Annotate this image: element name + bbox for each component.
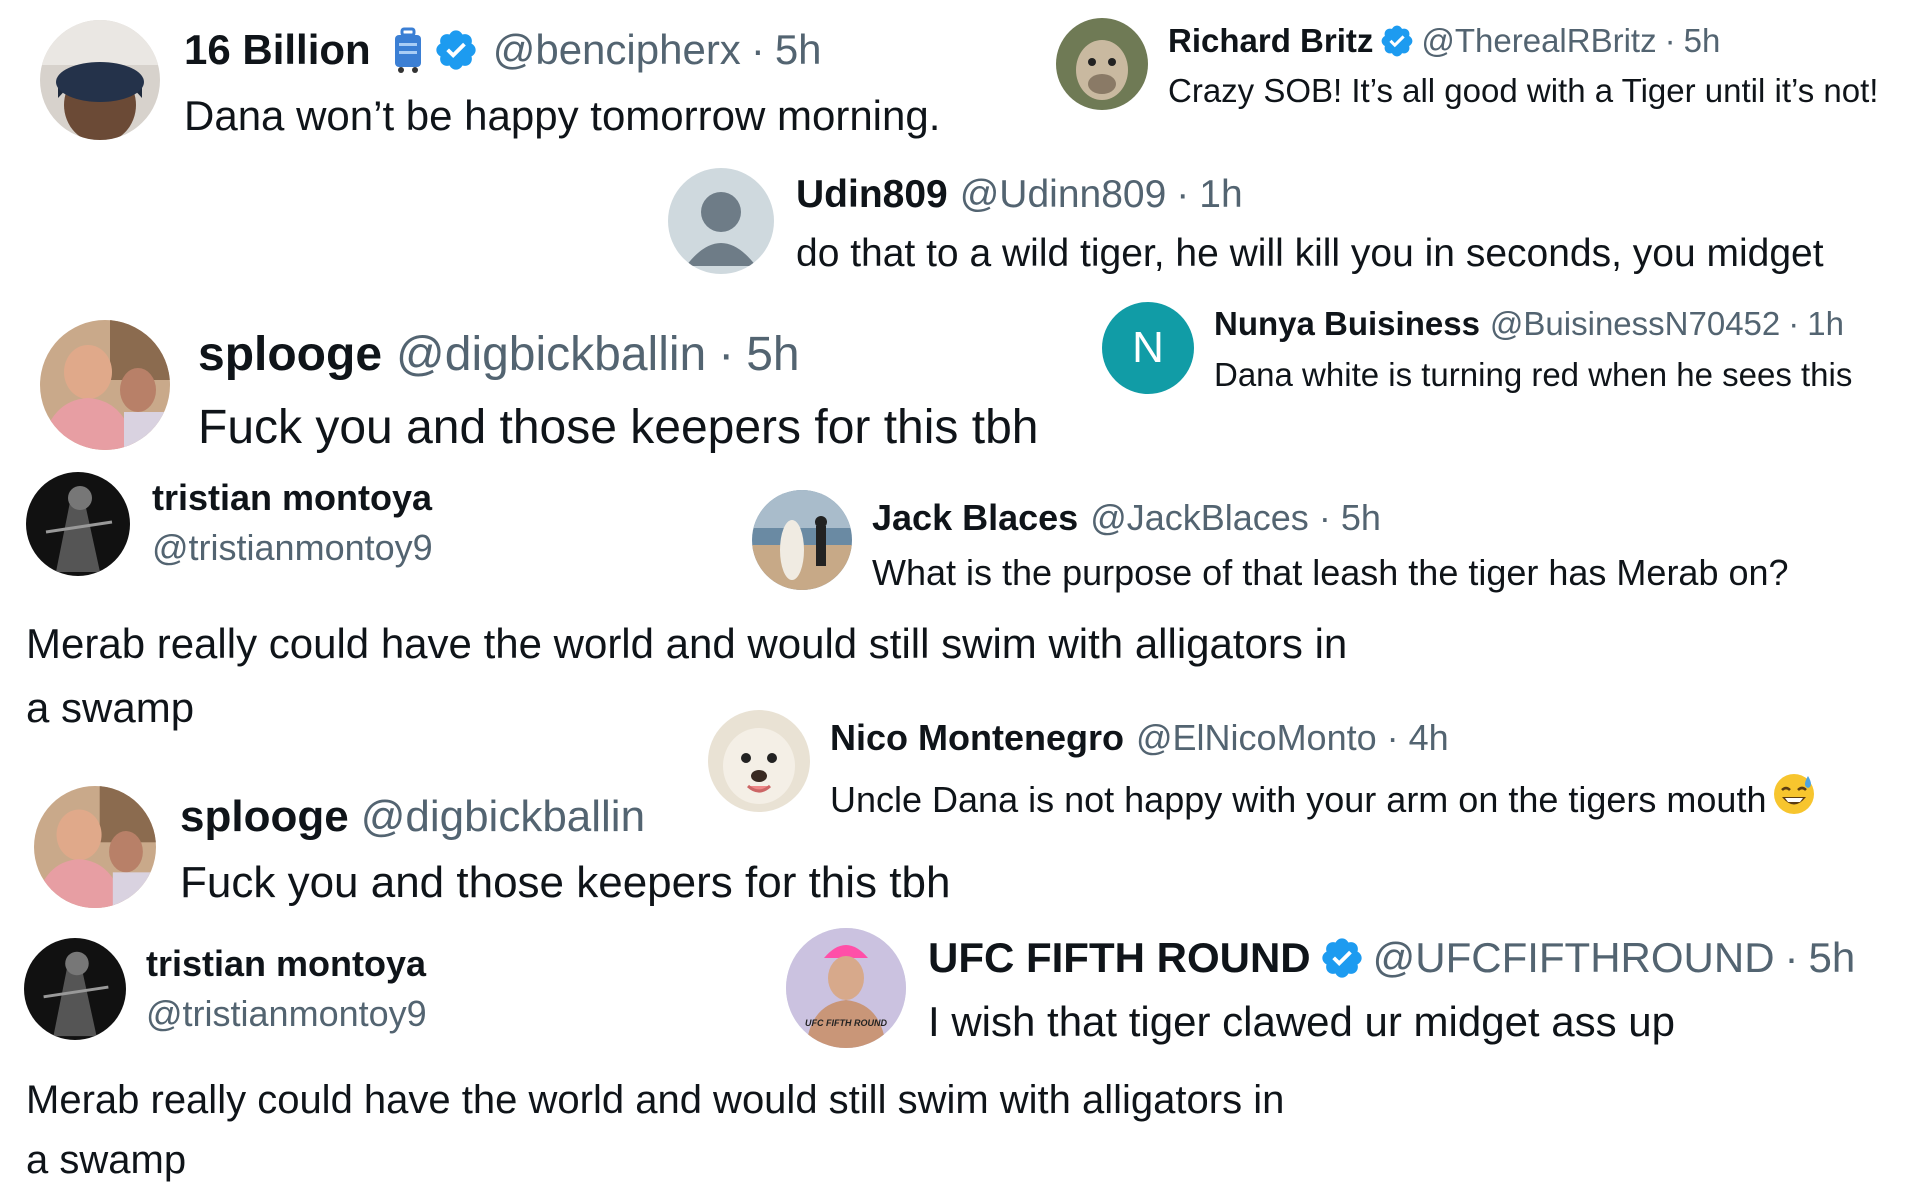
timestamp[interactable]: 5h xyxy=(1684,22,1721,60)
verified-badge-icon xyxy=(1379,23,1415,59)
avatar[interactable] xyxy=(40,20,160,140)
avatar[interactable] xyxy=(40,320,170,450)
handle[interactable]: @ElNicoMonto xyxy=(1136,717,1377,759)
sweat-smile-emoji-icon xyxy=(1772,772,1816,825)
avatar[interactable] xyxy=(708,710,810,812)
display-name[interactable]: Nico Montenegro xyxy=(830,717,1124,759)
display-name[interactable]: splooge xyxy=(180,792,349,842)
reply-text-line-2: a swamp xyxy=(26,1138,187,1182)
display-name[interactable]: UFC FIFTH ROUND xyxy=(928,934,1311,982)
reply-text-line-1: Merab really could have the world and wo… xyxy=(26,620,1348,667)
reply-text-line-2: a swamp xyxy=(26,684,195,731)
display-name[interactable]: Udin809 xyxy=(796,173,948,217)
timestamp[interactable]: 5h xyxy=(746,327,799,382)
avatar-letter: N xyxy=(1132,323,1164,372)
luggage-icon xyxy=(393,27,423,73)
timestamp[interactable]: 5h xyxy=(1341,497,1381,539)
display-name[interactable]: Jack Blaces xyxy=(872,497,1078,539)
reply-text: Uncle Dana is not happy with your arm on… xyxy=(830,779,1767,820)
display-name[interactable]: splooge xyxy=(198,327,382,382)
display-name[interactable]: Richard Britz xyxy=(1168,22,1373,60)
separator-dot: · xyxy=(1318,497,1331,538)
separator-dot: · xyxy=(1784,934,1799,981)
avatar[interactable] xyxy=(26,472,130,576)
separator-dot: · xyxy=(718,327,735,381)
reply-text: Crazy SOB! It’s all good with a Tiger un… xyxy=(1168,72,1879,109)
reply-text: Fuck you and those keepers for this tbh xyxy=(198,401,1039,454)
timestamp[interactable]: 4h xyxy=(1409,717,1449,759)
timestamp[interactable]: 5h xyxy=(1809,934,1856,982)
reply-text: I wish that tiger clawed ur midget ass u… xyxy=(928,998,1676,1045)
separator-dot: · xyxy=(1176,173,1190,216)
reply-text-row: Uncle Dana is not happy with your arm on… xyxy=(830,772,1816,825)
reply-text-line-1: Merab really could have the world and wo… xyxy=(26,1078,1285,1122)
handle[interactable]: @JackBlaces xyxy=(1090,497,1309,539)
timestamp[interactable]: 1h xyxy=(1807,305,1844,343)
avatar-text: UFC FIFTH ROUND xyxy=(805,1018,887,1028)
display-name[interactable]: tristian montoya xyxy=(152,477,432,519)
display-name[interactable]: 16 Billion xyxy=(184,26,371,74)
verified-badge-icon xyxy=(433,27,479,73)
verified-badge-icon xyxy=(1319,935,1365,981)
reply-text: Fuck you and those keepers for this tbh xyxy=(180,858,951,907)
separator-dot: · xyxy=(750,26,765,73)
display-name[interactable]: tristian montoya xyxy=(146,943,426,985)
separator-dot: · xyxy=(1664,22,1676,59)
handle[interactable]: @tristianmontoy9 xyxy=(152,527,433,569)
handle[interactable]: @UFCFIFTHROUND xyxy=(1373,934,1775,982)
avatar[interactable] xyxy=(34,786,156,908)
avatar[interactable] xyxy=(24,938,126,1040)
avatar[interactable]: UFC FIFTH ROUND xyxy=(786,928,906,1048)
handle[interactable]: @digbickballin xyxy=(361,792,645,842)
handle[interactable]: @tristianmontoy9 xyxy=(146,993,427,1035)
display-name[interactable]: Nunya Buisiness xyxy=(1214,305,1480,343)
separator-dot: · xyxy=(1386,717,1399,758)
timestamp[interactable]: 5h xyxy=(775,26,822,74)
handle[interactable]: @bencipherx xyxy=(493,26,741,74)
avatar[interactable]: N xyxy=(1102,302,1194,394)
default-avatar-icon[interactable] xyxy=(668,168,774,274)
handle[interactable]: @TherealRBritz xyxy=(1421,22,1656,60)
timestamp[interactable]: 1h xyxy=(1199,173,1242,217)
avatar[interactable] xyxy=(1056,18,1148,110)
separator-dot: · xyxy=(1788,305,1800,342)
reply-text: Dana won’t be happy tomorrow morning. xyxy=(184,92,941,139)
handle[interactable]: @digbickballin xyxy=(396,327,706,382)
handle[interactable]: @Udinn809 xyxy=(960,173,1167,217)
reply-text: Dana white is turning red when he sees t… xyxy=(1214,356,1853,393)
handle[interactable]: @BuisinessN70452 xyxy=(1490,305,1780,343)
reply-text: What is the purpose of that leash the ti… xyxy=(872,552,1789,593)
avatar[interactable] xyxy=(752,490,852,590)
reply-text: do that to a wild tiger, he will kill yo… xyxy=(796,232,1824,275)
